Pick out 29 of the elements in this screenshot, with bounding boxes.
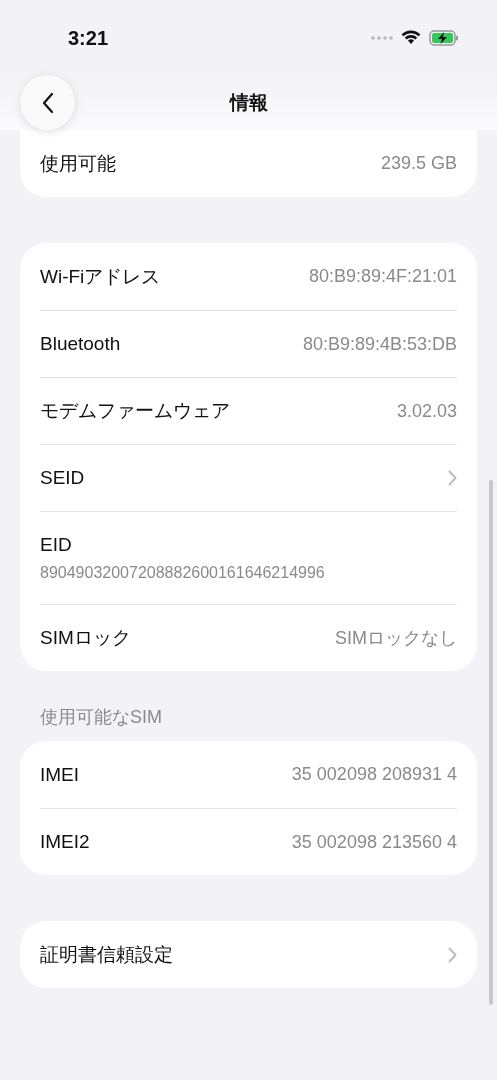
scrollbar[interactable] (489, 480, 493, 1005)
wifi-icon (401, 30, 421, 45)
row-value: 35 002098 213560 4 (291, 831, 457, 853)
row-label: IMEI2 (40, 831, 90, 853)
row-value: 80:B9:89:4F:21:01 (308, 266, 457, 287)
row-label: Bluetooth (40, 333, 121, 355)
row-value: 89049032007208882600161646214996 (40, 564, 325, 582)
row-label: 使用可能 (40, 151, 116, 176)
page-title: 情報 (229, 90, 268, 115)
row-value: 239.5 GB (380, 153, 457, 174)
row-label: IMEI (40, 763, 80, 786)
chevron-right-icon (448, 946, 457, 963)
row-label: EID (40, 534, 72, 556)
chevron-right-icon (448, 470, 457, 486)
section-header: 使用可能なSIM (39, 706, 163, 729)
row-value: SIMロックなし (335, 627, 457, 650)
row-label[interactable]: 証明書信頼設定 (40, 941, 173, 968)
signal-dots-icon (371, 35, 393, 40)
row-value: 35 002098 208931 4 (291, 764, 457, 785)
row-value: 80:B9:89:4B:53:DB (302, 333, 457, 355)
row-label: Wi-Fiアドレス (40, 264, 161, 289)
back-button[interactable] (20, 75, 75, 130)
chevron-left-icon (41, 91, 54, 114)
row-label: モデムファームウェア (40, 399, 230, 423)
battery-charging-icon (429, 29, 459, 46)
row-label[interactable]: SEID (40, 467, 85, 489)
row-value: 3.02.03 (396, 400, 457, 422)
status-time: 3:21 (68, 27, 109, 50)
row-label: SIMロック (40, 626, 131, 650)
